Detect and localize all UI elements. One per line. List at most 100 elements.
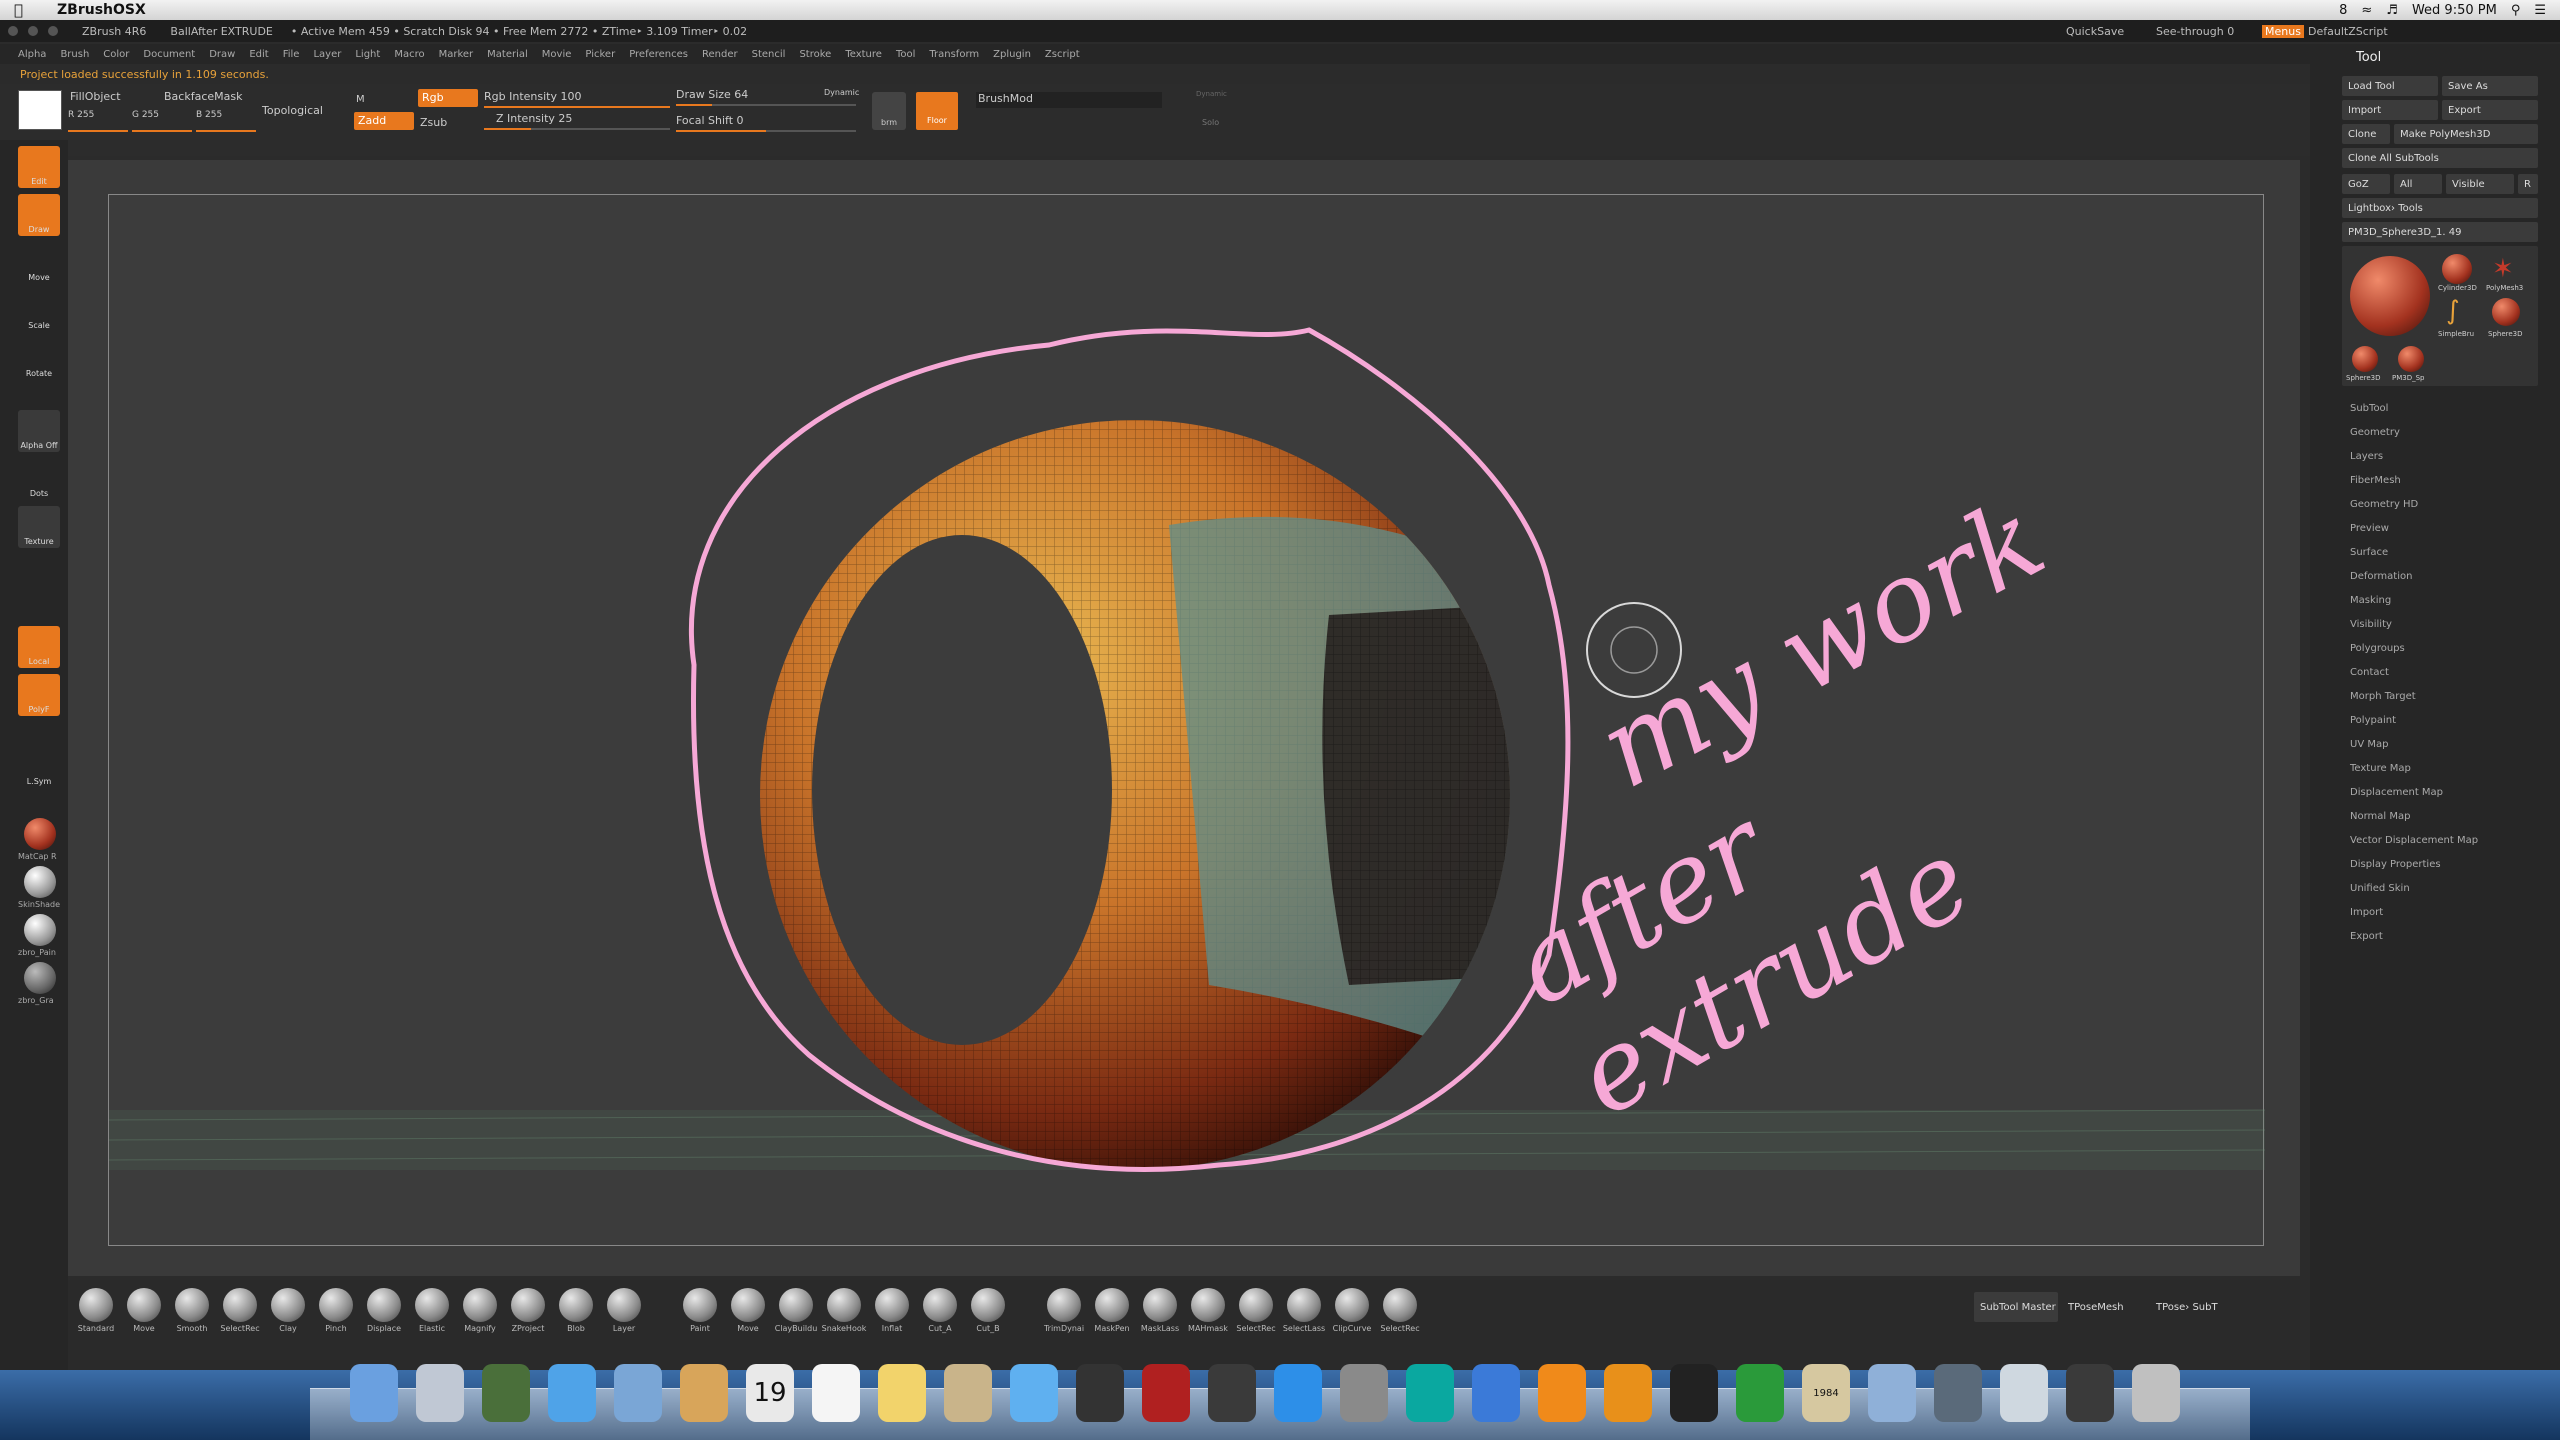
draw-button[interactable]: Draw (18, 194, 60, 236)
lightbox-tools-button[interactable]: Lightbox› Tools (2342, 198, 2538, 218)
blue-value[interactable]: B 255 (196, 110, 222, 120)
brush-selectrec[interactable]: SelectRec (216, 1288, 264, 1333)
tool-section-contact[interactable]: Contact (2310, 660, 2560, 684)
rotate-button[interactable]: Rotate (18, 338, 60, 380)
current-tool-slider[interactable]: PM3D_Sphere3D_1. 49 (2342, 222, 2538, 242)
menu-tool[interactable]: Tool (896, 49, 915, 60)
menu-zplugin[interactable]: Zplugin (993, 49, 1031, 60)
texture-button[interactable]: Texture (18, 506, 60, 548)
menu-texture[interactable]: Texture (845, 49, 882, 60)
photobooth-icon[interactable] (1142, 1364, 1190, 1422)
cylinder3d-thumbnail[interactable] (2442, 254, 2472, 284)
save-as-button[interactable]: Save As (2442, 76, 2538, 96)
focal-shift-slider[interactable]: Focal Shift 0 (676, 114, 744, 127)
menu-brush[interactable]: Brush (60, 49, 89, 60)
contacts-icon[interactable] (680, 1364, 728, 1422)
load-tool-button[interactable]: Load Tool (2342, 76, 2438, 96)
finder-icon[interactable] (350, 1364, 398, 1422)
brush-snakehook[interactable]: SnakeHook (820, 1288, 868, 1333)
tool-section-geometry[interactable]: Geometry (2310, 420, 2560, 444)
brush-selectrec[interactable]: SelectRec (1376, 1288, 1424, 1333)
brush-magnify[interactable]: Magnify (456, 1288, 504, 1333)
goz-all-button[interactable]: All (2394, 174, 2442, 194)
default-zscript-button[interactable]: DefaultZScript (2308, 25, 2388, 38)
minimize-icon[interactable] (28, 26, 38, 36)
lsym-button[interactable]: L.Sym (18, 758, 60, 788)
fill-object-button[interactable]: FillObject (70, 90, 121, 103)
safari-icon[interactable] (548, 1364, 596, 1422)
tool-section-uv-map[interactable]: UV Map (2310, 732, 2560, 756)
green-slider[interactable] (132, 130, 192, 132)
m-button[interactable]: M (356, 94, 365, 105)
polymesh3d-thumbnail[interactable]: ✶ (2492, 254, 2514, 284)
brush-zproject[interactable]: ZProject (504, 1288, 552, 1333)
local-button[interactable]: Local (18, 626, 60, 668)
appstore-icon[interactable] (1274, 1364, 1322, 1422)
brush-elastic[interactable]: Elastic (408, 1288, 456, 1333)
floor-button[interactable]: Floor (916, 92, 958, 130)
notes-icon[interactable] (878, 1364, 926, 1422)
brush-standard[interactable]: Standard (72, 1288, 120, 1333)
dynamic-toggle[interactable]: Dynamic (824, 88, 859, 97)
system-preferences-icon[interactable] (1340, 1364, 1388, 1422)
volume-icon[interactable]: ♬ (2386, 3, 2398, 18)
calendar-icon[interactable]: 19 (746, 1364, 794, 1422)
menu-render[interactable]: Render (702, 49, 738, 60)
clone-all-subtools-button[interactable]: Clone All SubTools (2342, 148, 2538, 168)
z-intensity-bar[interactable] (484, 128, 670, 130)
tool-section-unified-skin[interactable]: Unified Skin (2310, 876, 2560, 900)
canvas[interactable]: my work after extrude (108, 194, 2266, 1246)
facetime-icon[interactable] (1076, 1364, 1124, 1422)
tool-section-deformation[interactable]: Deformation (2310, 564, 2560, 588)
book-icon[interactable]: 1984 (1802, 1364, 1850, 1422)
zbro-gra-material[interactable] (24, 962, 56, 994)
sphere-mesh[interactable] (760, 420, 1529, 1170)
sphere3d-thumbnail[interactable] (2492, 298, 2520, 326)
tool-section-layers[interactable]: Layers (2310, 444, 2560, 468)
folder-icon[interactable] (1868, 1364, 1916, 1422)
goz-r-button[interactable]: R (2518, 174, 2538, 194)
menu-macro[interactable]: Macro (394, 49, 424, 60)
clone-button[interactable]: Clone (2342, 124, 2390, 144)
tool-section-normal-map[interactable]: Normal Map (2310, 804, 2560, 828)
tool-section-polygroups[interactable]: Polygroups (2310, 636, 2560, 660)
tool-section-export[interactable]: Export (2310, 924, 2560, 948)
menu-edit[interactable]: Edit (249, 49, 268, 60)
menu-material[interactable]: Material (487, 49, 528, 60)
sphere3d-thumbnail-2[interactable] (2352, 346, 2378, 372)
edit-button[interactable]: Edit (18, 146, 60, 188)
menu-marker[interactable]: Marker (439, 49, 474, 60)
tool-section-morph-target[interactable]: Morph Target (2310, 684, 2560, 708)
preview-icon[interactable] (944, 1364, 992, 1422)
tool-section-fibermesh[interactable]: FiberMesh (2310, 468, 2560, 492)
finder-window-icon[interactable] (2000, 1364, 2048, 1422)
focal-shift-bar[interactable] (676, 130, 856, 132)
brush-blob[interactable]: Blob (552, 1288, 600, 1333)
menu-light[interactable]: Light (355, 49, 380, 60)
motion-icon[interactable] (1670, 1364, 1718, 1422)
tool-section-preview[interactable]: Preview (2310, 516, 2560, 540)
zadd-button[interactable]: Zadd (354, 112, 414, 130)
vlc-icon[interactable] (1538, 1364, 1586, 1422)
matcap-material[interactable] (24, 818, 56, 850)
brush-paint[interactable]: Paint (676, 1288, 724, 1333)
dots-button[interactable]: Dots (18, 458, 60, 500)
menu-preferences[interactable]: Preferences (629, 49, 688, 60)
brush-claybuildu[interactable]: ClayBuildu (772, 1288, 820, 1333)
simplebrush-thumbnail[interactable]: ∫ (2446, 296, 2460, 326)
tool-section-displacement-map[interactable]: Displacement Map (2310, 780, 2560, 804)
menu-layer[interactable]: Layer (313, 49, 341, 60)
tool-section-vector-displacement-map[interactable]: Vector Displacement Map (2310, 828, 2560, 852)
alpha-button[interactable]: Alpha Off (18, 410, 60, 452)
backface-mask-button[interactable]: BackfaceMask (164, 90, 242, 103)
tool-section-texture-map[interactable]: Texture Map (2310, 756, 2560, 780)
color-swatch[interactable] (18, 90, 62, 130)
tool-section-display-properties[interactable]: Display Properties (2310, 852, 2560, 876)
spotlight-icon[interactable]: ⚲ (2511, 3, 2521, 18)
menu-color[interactable]: Color (103, 49, 129, 60)
brush-cut-b[interactable]: Cut_B (964, 1288, 1012, 1333)
terminal-icon[interactable] (2066, 1364, 2114, 1422)
brush-displace[interactable]: Displace (360, 1288, 408, 1333)
brush-move[interactable]: Move (120, 1288, 168, 1333)
tool-section-geometry-hd[interactable]: Geometry HD (2310, 492, 2560, 516)
